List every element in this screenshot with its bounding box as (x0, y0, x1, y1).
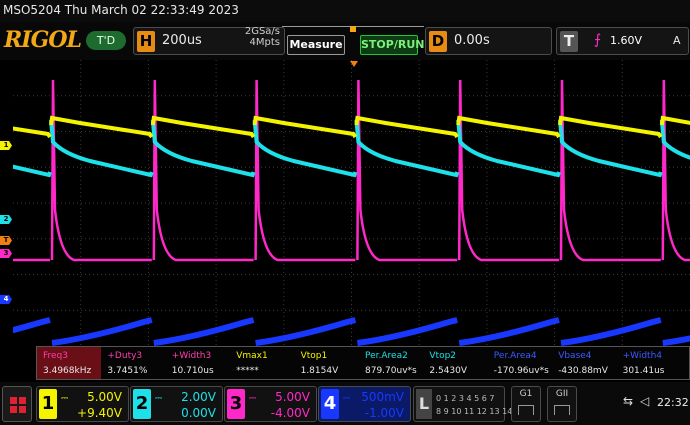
measurement-value: 2.5430V (429, 366, 468, 376)
generator-1-box[interactable]: G1 (511, 386, 541, 422)
channel-offset: +9.40V (77, 406, 122, 420)
channel-1-box[interactable]: 1 ⎓ 5.00V +9.40V (36, 386, 129, 422)
measurement-name: +Width3 (171, 351, 212, 361)
measurement-name: Vtop1 (300, 351, 328, 361)
channel-scale: 5.00V (87, 390, 122, 404)
trigger-level: 1.60V (610, 34, 643, 47)
waveform-svg (0, 60, 690, 346)
measurement-value: 3.4968kHz (43, 366, 92, 376)
sample-rate: 2GSa/s (244, 26, 280, 37)
measurement-value: 3.7451% (107, 366, 148, 376)
timebase-value: 200us (162, 33, 202, 48)
coupling-icon: ⎓ (155, 394, 163, 404)
channel-3-box[interactable]: 3 ⎓ 5.00V -4.00V (224, 386, 317, 422)
channel-number: 2 (133, 389, 151, 419)
title-bar: MSO5204 Thu March 02 22:33:49 2023 (0, 0, 690, 22)
model-datetime: MSO5204 Thu March 02 22:33:49 2023 (3, 3, 239, 17)
measurement-name: Per.Area2 (365, 351, 408, 361)
measurement-item[interactable]: Vtop2 2.5430V (423, 347, 487, 379)
trigger-level-marker[interactable]: T (0, 236, 12, 245)
speaker-icon[interactable]: ◁ (640, 394, 649, 408)
trigger-mode: A (673, 34, 681, 47)
measurement-value: 879.70uv*s (365, 366, 417, 376)
memory-timeline (282, 26, 424, 34)
measurement-item[interactable]: +Width4 301.41us (617, 347, 681, 379)
rising-edge-icon: ⨍ (594, 32, 602, 48)
channel-number: 4 (321, 389, 339, 419)
trigger-key: T (560, 31, 578, 52)
channel-scale: 500mV (361, 390, 404, 404)
grid-menu-icon (10, 397, 26, 413)
measurement-value: -430.88mV (558, 366, 608, 376)
generator-2-label: GII (555, 389, 569, 399)
logic-channel-box[interactable]: L 0 1 2 3 4 5 6 7 8 9 10 11 12 13 14 15 (413, 386, 525, 422)
delay-value: 0.00s (454, 33, 490, 48)
coupling-icon: ⎓ (61, 394, 69, 404)
measurement-name: Freq3 (43, 351, 69, 361)
coupling-icon: ⎓ (249, 394, 257, 404)
channel-markers: 1 2 T 3 4 (0, 60, 13, 346)
measurement-name: +Duty3 (107, 351, 143, 361)
measurement-value: 301.41us (622, 366, 665, 376)
measurement-item[interactable]: +Width3 10.710us (166, 347, 230, 379)
measurement-item[interactable]: Vmax1 ***** (230, 347, 294, 379)
measurement-value: -170.96uv*s (493, 366, 549, 376)
usb-icon: ⇆ (623, 394, 634, 408)
measurement-item[interactable]: Per.Area4 -170.96uv*s (488, 347, 552, 379)
channel-offset: 0.00V (181, 406, 216, 420)
measurement-value: 10.710us (171, 366, 214, 376)
channel-scale: 5.00V (275, 390, 310, 404)
delay-key: D (429, 31, 447, 52)
logic-channels-row1: 0 1 2 3 4 5 6 7 (436, 394, 495, 403)
graticule (13, 60, 690, 346)
ch3-offset-marker[interactable]: 3 (0, 249, 12, 258)
sample-rate-info: 2GSa/s 4Mpts (228, 26, 280, 48)
measurement-item[interactable]: Per.Area2 879.70uv*s (359, 347, 423, 379)
measurement-item[interactable]: Vtop1 1.8154V (295, 347, 359, 379)
channel-offset: -1.00V (364, 406, 404, 420)
square-wave-icon (518, 405, 534, 415)
ch2-offset-marker[interactable]: 2 (0, 215, 12, 224)
memory-depth: 4Mpts (249, 37, 280, 48)
channel-4-box[interactable]: 4 ⎓ 500mV -1.00V (318, 386, 411, 422)
channel-2-box[interactable]: 2 ⎓ 2.00V 0.00V (130, 386, 223, 422)
channel-number: 3 (227, 389, 245, 419)
measurement-name: Vbase4 (558, 351, 592, 361)
channel-number: 1 (39, 389, 57, 419)
measurement-item[interactable]: Vbase4 -430.88mV (552, 347, 616, 379)
ch4-offset-marker[interactable]: 4 (0, 295, 12, 304)
channel-scale: 2.00V (181, 390, 216, 404)
home-menu-button[interactable] (2, 386, 32, 422)
measurement-bar: Freq3 3.4968kHz +Duty3 3.7451% +Width3 10.710… (36, 346, 690, 380)
top-toolbar: RIGOL T'D H 200us 2GSa/s 4Mpts Measure S… (0, 22, 690, 60)
channel-offset: -4.00V (270, 406, 310, 420)
logic-key: L (416, 389, 432, 419)
waveform-display[interactable] (0, 60, 690, 346)
measurement-item[interactable]: Freq3 3.4968kHz (37, 347, 101, 379)
delay-control[interactable]: D 0.00s (425, 27, 552, 55)
measurement-value: ***** (236, 366, 259, 376)
rigol-logo: RIGOL (4, 27, 82, 53)
measurement-name: Per.Area4 (493, 351, 537, 361)
stop-run-button[interactable]: STOP/RUN (360, 35, 424, 55)
measurement-value: 1.8154V (300, 366, 339, 376)
clock: 22:32 (657, 396, 689, 409)
ch1-offset-marker[interactable]: 1 (0, 141, 12, 150)
measurement-name: Vmax1 (236, 351, 268, 361)
ch4-waveform (0, 317, 690, 346)
generator-1-label: G1 (519, 389, 533, 399)
coupling-icon: ⎓ (343, 394, 351, 404)
horizontal-key: H (137, 31, 155, 52)
trigger-status-badge[interactable]: T'D (86, 31, 126, 50)
generator-2-box[interactable]: GII (547, 386, 577, 422)
trigger-position-marker (350, 26, 356, 32)
measure-button[interactable]: Measure (287, 35, 345, 55)
bottom-bar: 1 ⎓ 5.00V +9.40V 2 ⎓ 2.00V 0.00V 3 ⎓ 5.00V -4.00V 4 ⎓… (0, 382, 690, 425)
square-wave-icon (554, 405, 570, 415)
measurement-item[interactable]: +Duty3 3.7451% (101, 347, 165, 379)
measurement-name: +Width4 (622, 351, 663, 361)
measurement-name: Vtop2 (429, 351, 457, 361)
